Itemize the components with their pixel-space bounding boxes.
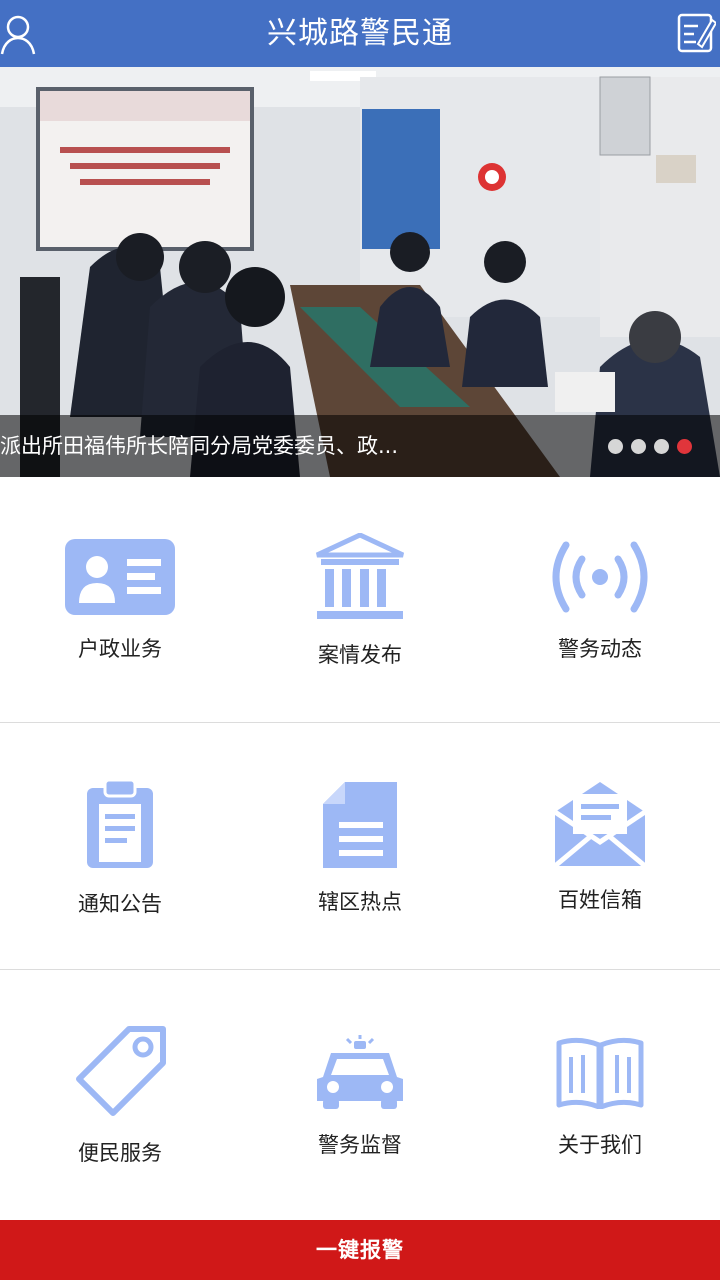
menu-item-case-release[interactable]: 案情发布 (240, 477, 480, 722)
carousel-dot[interactable] (631, 439, 646, 454)
menu-item-hotspot[interactable]: 辖区热点 (240, 724, 480, 969)
clipboard-icon (87, 780, 153, 868)
carousel-dot[interactable] (654, 439, 669, 454)
carousel-dot[interactable] (608, 439, 623, 454)
app-header: 兴城路警民通 (0, 0, 720, 67)
menu-label: 案情发布 (318, 643, 402, 667)
menu-label: 关于我们 (558, 1133, 642, 1157)
menu-item-mailbox[interactable]: 百姓信箱 (480, 724, 720, 969)
tag-icon (76, 1026, 166, 1116)
menu-item-notice[interactable]: 通知公告 (0, 724, 240, 969)
menu-row: 通知公告 辖区热点 百姓信箱 (0, 724, 720, 970)
mail-icon (555, 782, 645, 866)
menu-item-supervision[interactable]: 警务监督 (240, 971, 480, 1220)
caption-bar: 派出所田福伟所长陪同分局党委委员、政... (0, 415, 720, 477)
menu-item-household[interactable]: 户政业务 (0, 477, 240, 722)
edit-icon[interactable] (676, 12, 718, 56)
menu-row: 便民服务 警务监督 关于我们 (0, 971, 720, 1220)
menu-item-convenience[interactable]: 便民服务 (0, 971, 240, 1220)
bank-building-icon (315, 533, 405, 619)
news-carousel[interactable]: 派出所田福伟所长陪同分局党委委员、政... (0, 67, 720, 477)
menu-label: 警务动态 (558, 637, 642, 661)
menu-item-about[interactable]: 关于我们 (480, 971, 720, 1220)
book-icon (556, 1037, 644, 1109)
menu-label: 户政业务 (78, 637, 162, 661)
carousel-dot-active[interactable] (677, 439, 692, 454)
id-card-icon (65, 539, 175, 615)
menu-item-police-news[interactable]: 警务动态 (480, 477, 720, 722)
police-car-icon (317, 1035, 403, 1109)
menu-label: 通知公告 (78, 892, 162, 916)
menu-row: 户政业务 案情发布 警务动态 (0, 477, 720, 723)
app-title: 兴城路警民通 (267, 16, 453, 51)
news-caption[interactable]: 派出所田福伟所长陪同分局党委委员、政... (0, 415, 420, 477)
menu-label: 百姓信箱 (558, 888, 642, 912)
carousel-indicator (608, 439, 692, 454)
menu-label: 警务监督 (318, 1133, 402, 1157)
broadcast-icon (552, 541, 648, 613)
document-icon (323, 782, 397, 868)
menu-label: 辖区热点 (318, 890, 402, 914)
menu-label: 便民服务 (78, 1141, 162, 1165)
one-click-alarm-button[interactable]: 一键报警 (0, 1220, 720, 1280)
